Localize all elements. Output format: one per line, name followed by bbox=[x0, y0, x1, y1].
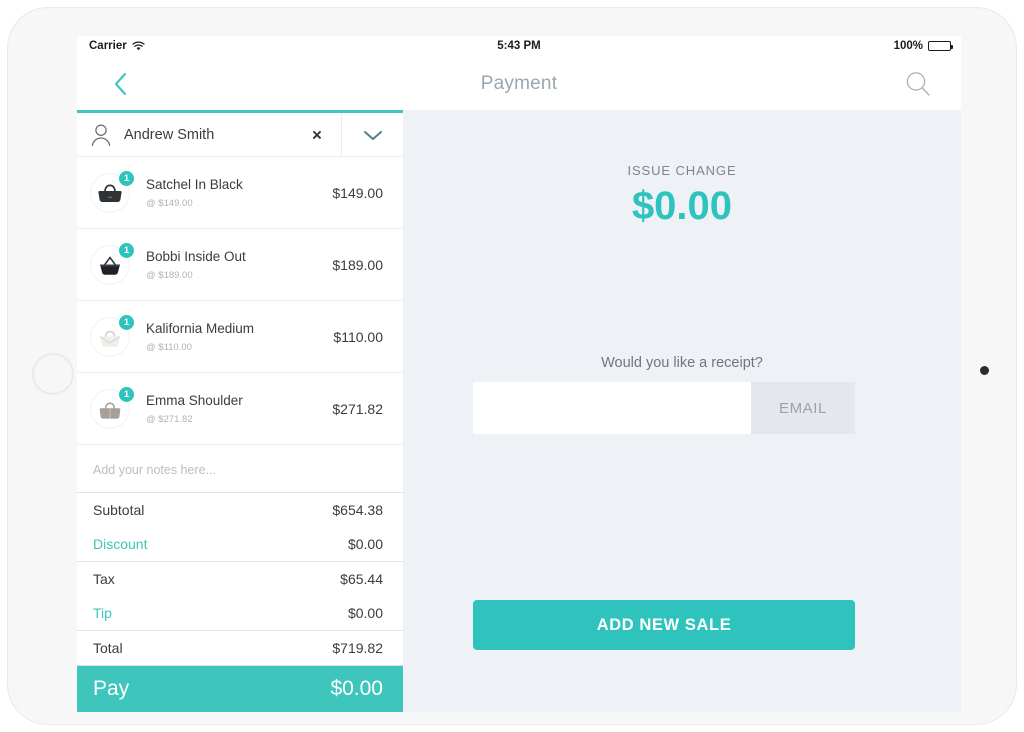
receipt-question: Would you like a receipt? bbox=[601, 355, 763, 371]
cart-item-text: Kalifornia Medium @ $110.00 bbox=[146, 320, 333, 352]
cart-item[interactable]: 1 Bobbi Inside Out @ $189.00 $189.00 bbox=[77, 229, 403, 301]
cart-item-thumb: 1 bbox=[90, 241, 135, 285]
totals-row-tax: Tax $65.44 bbox=[77, 562, 403, 596]
nav-bar: Payment bbox=[77, 58, 961, 110]
cart-item-price: $110.00 bbox=[333, 328, 383, 345]
totals-label: Tax bbox=[93, 571, 115, 587]
totals-value: $0.00 bbox=[347, 605, 383, 621]
cart-panel: Andrew Smith × 1 Satchel In Black @ $149… bbox=[77, 110, 403, 712]
clear-customer-button[interactable]: × bbox=[307, 126, 327, 143]
email-input[interactable] bbox=[473, 382, 751, 434]
cart-item[interactable]: 1 Kalifornia Medium @ $110.00 $110.00 bbox=[77, 301, 403, 373]
battery-full-icon bbox=[928, 41, 953, 51]
screen: Carrier 5:43 PM 100% Payment Andrew Smit… bbox=[77, 36, 961, 712]
cart-item-name: Emma Shoulder bbox=[146, 393, 243, 409]
issue-change-label: ISSUE CHANGE bbox=[627, 163, 737, 178]
cart-item-price: $149.00 bbox=[332, 184, 383, 201]
front-camera bbox=[980, 366, 989, 375]
cart-item-text: Bobbi Inside Out @ $189.00 bbox=[146, 248, 332, 280]
totals-value: $654.38 bbox=[332, 502, 383, 518]
battery-percent-label: 100% bbox=[893, 40, 923, 52]
cart-item-text: Emma Shoulder @ $271.82 bbox=[146, 392, 332, 424]
customer-row[interactable]: Andrew Smith × bbox=[77, 113, 403, 157]
cart-item-price: $189.00 bbox=[332, 256, 383, 273]
notes-placeholder: Add your notes here... bbox=[93, 462, 216, 477]
status-bar-right: 100% bbox=[893, 40, 953, 52]
quantity-badge: 1 bbox=[118, 169, 135, 187]
totals-label: Subtotal bbox=[93, 502, 145, 518]
issue-change-amount: $0.00 bbox=[631, 184, 733, 228]
person-icon bbox=[90, 123, 112, 147]
ipad-device-frame: Carrier 5:43 PM 100% Payment Andrew Smit… bbox=[8, 8, 1016, 724]
quantity-badge: 1 bbox=[118, 385, 135, 403]
pay-button[interactable]: Pay $0.00 bbox=[77, 666, 403, 712]
content-area: Andrew Smith × 1 Satchel In Black @ $149… bbox=[77, 110, 961, 712]
totals-group-tax: Tax $65.44 Tip $0.00 bbox=[77, 562, 403, 631]
totals-value: $0.00 bbox=[347, 536, 383, 552]
totals-value: $719.82 bbox=[332, 640, 383, 656]
search-button[interactable] bbox=[901, 67, 935, 101]
cart-item-text: Satchel In Black @ $149.00 bbox=[146, 176, 332, 208]
quantity-badge: 1 bbox=[118, 313, 135, 331]
cart-item-unit-price: @ $110.00 bbox=[146, 341, 192, 353]
page-title: Payment bbox=[480, 73, 558, 94]
cart-item-thumb: 1 bbox=[90, 385, 135, 429]
totals-value: $65.44 bbox=[340, 571, 383, 587]
status-bar-time: 5:43 PM bbox=[497, 40, 541, 52]
discount-link[interactable]: Discount bbox=[93, 536, 147, 552]
expand-cart-button[interactable] bbox=[341, 113, 403, 156]
cart-item-unit-price: @ $189.00 bbox=[146, 269, 193, 281]
pay-label: Pay bbox=[93, 677, 130, 700]
search-icon bbox=[906, 72, 930, 96]
totals-row-tip[interactable]: Tip $0.00 bbox=[77, 596, 403, 630]
cart-item-price: $271.82 bbox=[332, 400, 383, 417]
cart-item-unit-price: @ $271.82 bbox=[146, 413, 193, 425]
totals-group-subtotal: Subtotal $654.38 Discount $0.00 bbox=[77, 493, 403, 562]
notes-field[interactable]: Add your notes here... bbox=[77, 447, 403, 493]
cart-item-name: Kalifornia Medium bbox=[146, 321, 255, 337]
add-new-sale-button[interactable]: ADD NEW SALE bbox=[473, 600, 855, 650]
chevron-down-icon bbox=[363, 130, 382, 140]
home-button[interactable] bbox=[32, 353, 74, 395]
cart-item-name: Satchel In Black bbox=[146, 177, 243, 193]
cart-item[interactable]: 1 Satchel In Black @ $149.00 $149.00 bbox=[77, 157, 403, 229]
cart-item-thumb: 1 bbox=[90, 169, 135, 213]
tip-link[interactable]: Tip bbox=[93, 605, 112, 621]
totals-group-total: Total $719.82 bbox=[77, 631, 403, 666]
receipt-email-row: EMAIL bbox=[473, 382, 855, 434]
email-submit-button[interactable]: EMAIL bbox=[751, 382, 855, 434]
cart-item-thumb: 1 bbox=[90, 313, 135, 357]
cart-item-unit-price: @ $149.00 bbox=[146, 197, 193, 209]
status-bar: Carrier 5:43 PM 100% bbox=[77, 36, 961, 58]
payment-panel: ISSUE CHANGE $0.00 Would you like a rece… bbox=[403, 110, 961, 712]
totals-label: Total bbox=[93, 640, 123, 656]
quantity-badge: 1 bbox=[118, 241, 135, 259]
totals-row-discount[interactable]: Discount $0.00 bbox=[77, 527, 403, 561]
totals-row-total: Total $719.82 bbox=[77, 631, 403, 665]
cart-items-list[interactable]: 1 Satchel In Black @ $149.00 $149.00 1 B… bbox=[77, 157, 403, 447]
customer-name: Andrew Smith bbox=[124, 126, 215, 143]
cart-item-name: Bobbi Inside Out bbox=[146, 249, 246, 265]
cart-item[interactable]: 1 Emma Shoulder @ $271.82 $271.82 bbox=[77, 373, 403, 445]
pay-amount: $0.00 bbox=[330, 677, 383, 700]
totals-row-subtotal: Subtotal $654.38 bbox=[77, 493, 403, 527]
